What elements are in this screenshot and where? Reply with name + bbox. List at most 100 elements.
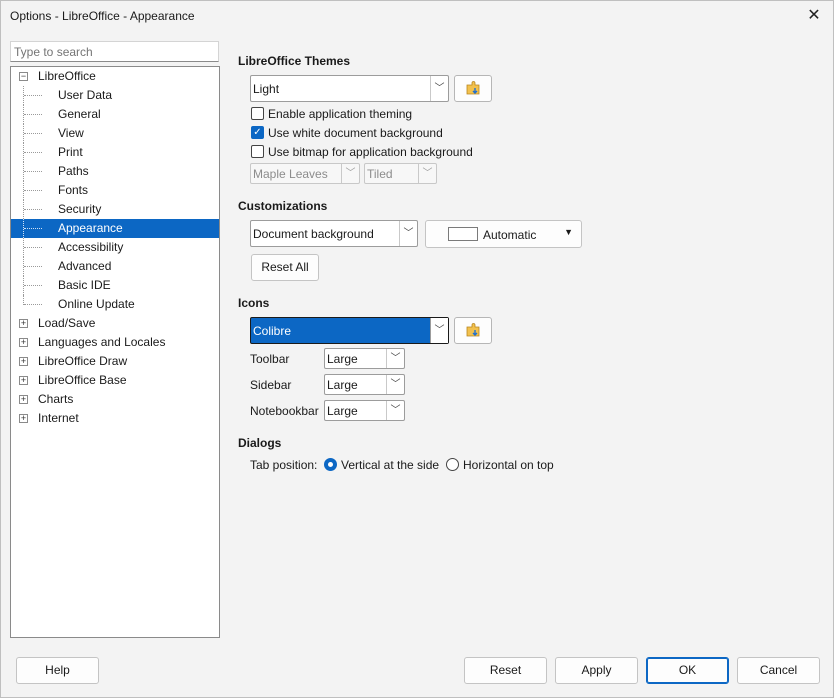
expand-icon[interactable]: + xyxy=(19,376,28,385)
title-bar: Options - LibreOffice - Appearance ✕ xyxy=(1,1,833,32)
tree-item-label: Print xyxy=(58,145,83,159)
collapse-icon[interactable]: − xyxy=(19,72,28,81)
tree-item-label: LibreOffice Base xyxy=(38,373,127,387)
customization-item-value: Document background xyxy=(253,227,374,241)
tree-item-internet[interactable]: + Internet xyxy=(11,409,219,428)
tree-item-charts[interactable]: + Charts xyxy=(11,390,219,409)
options-tree[interactable]: − LibreOffice User Data General View Pri… xyxy=(10,66,220,638)
checkbox-box[interactable] xyxy=(251,107,264,120)
chevron-down-icon: ﹀ xyxy=(386,401,404,420)
cancel-button[interactable]: Cancel xyxy=(737,657,820,684)
bitmap-mode-value: Tiled xyxy=(367,167,393,181)
tree-item-online-update[interactable]: Online Update xyxy=(11,295,219,314)
reset-all-button[interactable]: Reset All xyxy=(251,254,319,281)
theme-extension-button[interactable] xyxy=(454,75,492,102)
sidebar-size-value: Large xyxy=(327,378,358,392)
color-swatch xyxy=(448,227,478,241)
bitmap-mode-select: Tiled ﹀ xyxy=(364,163,437,184)
tree-item-paths[interactable]: Paths xyxy=(11,162,219,181)
sidebar-size-select[interactable]: Large ﹀ xyxy=(324,374,405,395)
chevron-down-icon: ﹀ xyxy=(418,164,436,183)
expand-icon[interactable]: + xyxy=(19,414,28,423)
enable-app-theming-checkbox[interactable]: Enable application theming xyxy=(251,105,451,123)
notebookbar-size-select[interactable]: Large ﹀ xyxy=(324,400,405,421)
close-icon[interactable]: ✕ xyxy=(805,7,823,25)
apply-button[interactable]: Apply xyxy=(555,657,638,684)
notebookbar-size-value: Large xyxy=(327,404,358,418)
tree-item-advanced[interactable]: Advanced xyxy=(11,257,219,276)
color-label: Automatic xyxy=(483,228,537,242)
tree-item-label: Basic IDE xyxy=(58,278,111,292)
expand-icon[interactable]: + xyxy=(19,357,28,366)
checkbox-box[interactable]: ✓ xyxy=(251,126,264,139)
tree-item-label: User Data xyxy=(58,88,113,102)
help-button[interactable]: Help xyxy=(16,657,99,684)
tree-item-label: Internet xyxy=(38,411,79,425)
tree-item-basic-ide[interactable]: Basic IDE xyxy=(11,276,219,295)
customization-item-select[interactable]: Document background ﹀ xyxy=(250,220,418,247)
tree-item-user-data[interactable]: User Data xyxy=(11,86,219,105)
options-dialog: Options - LibreOffice - Appearance ✕ − L… xyxy=(0,0,834,698)
extension-download-icon xyxy=(466,323,480,337)
toolbar-size-value: Large xyxy=(327,352,358,366)
vertical-radio-label[interactable]: Vertical at the side xyxy=(341,458,439,472)
horizontal-radio[interactable] xyxy=(446,458,459,471)
chevron-down-icon: ﹀ xyxy=(386,375,404,394)
bitmap-select-value: Maple Leaves xyxy=(253,167,328,181)
tree-item-label: Languages and Locales xyxy=(38,335,166,349)
tree-item-label: Charts xyxy=(38,392,74,406)
tree-item-label: LibreOffice xyxy=(38,69,96,83)
icon-theme-select[interactable]: Colibre ﹀ xyxy=(250,317,449,344)
window-title: Options - LibreOffice - Appearance xyxy=(10,9,195,23)
tree-item-view[interactable]: View xyxy=(11,124,219,143)
tree-item-label: General xyxy=(58,107,101,121)
theme-select-value: Light xyxy=(253,82,280,96)
tree-item-label: Online Update xyxy=(58,297,135,311)
expand-icon[interactable]: + xyxy=(19,338,28,347)
tree-item-draw[interactable]: + LibreOffice Draw xyxy=(11,352,219,371)
tree-item-label: Advanced xyxy=(58,259,112,273)
icon-theme-value: Colibre xyxy=(253,324,292,338)
tree-item-accessibility[interactable]: Accessibility xyxy=(11,238,219,257)
theme-select[interactable]: Light ﹀ xyxy=(250,75,449,102)
tree-item-label: Paths xyxy=(58,164,89,178)
tree-item-load-save[interactable]: + Load/Save xyxy=(11,314,219,333)
tree-item-base[interactable]: + LibreOffice Base xyxy=(11,371,219,390)
icons-heading: Icons xyxy=(238,296,270,310)
tree-item-fonts[interactable]: Fonts xyxy=(11,181,219,200)
extension-download-icon xyxy=(466,81,480,95)
tree-item-languages[interactable]: + Languages and Locales xyxy=(11,333,219,352)
tree-item-label: Appearance xyxy=(58,221,123,235)
horizontal-radio-label[interactable]: Horizontal on top xyxy=(463,458,554,472)
ok-button[interactable]: OK xyxy=(646,657,729,684)
expand-icon[interactable]: + xyxy=(19,319,28,328)
expand-icon[interactable]: + xyxy=(19,395,28,404)
chevron-down-icon: ﹀ xyxy=(399,221,417,246)
tree-item-label: Security xyxy=(58,202,102,216)
vertical-radio[interactable] xyxy=(324,458,337,471)
tree-item-label: Accessibility xyxy=(58,240,124,254)
chevron-down-icon: ﹀ xyxy=(430,318,448,343)
tree-item-appearance[interactable]: Appearance xyxy=(11,219,219,238)
reset-button[interactable]: Reset xyxy=(464,657,547,684)
tree-item-label: Fonts xyxy=(58,183,89,197)
color-picker-button[interactable]: Automatic ▼ xyxy=(425,220,582,248)
checkbox-label: Use bitmap for application background xyxy=(268,145,473,159)
tree-item-libreoffice[interactable]: − LibreOffice xyxy=(11,67,219,86)
toolbar-label: Toolbar xyxy=(250,352,290,366)
checkbox-box[interactable] xyxy=(251,145,264,158)
bitmap-bg-checkbox[interactable]: Use bitmap for application background xyxy=(251,143,491,161)
white-doc-bg-checkbox[interactable]: ✓ Use white document background xyxy=(251,124,471,142)
sidebar-label: Sidebar xyxy=(250,378,292,392)
toolbar-size-select[interactable]: Large ﹀ xyxy=(324,348,405,369)
chevron-down-icon: ﹀ xyxy=(341,164,359,183)
search-input[interactable] xyxy=(10,41,219,62)
icon-extension-button[interactable] xyxy=(454,317,492,344)
themes-heading: LibreOffice Themes xyxy=(238,54,351,68)
bitmap-select: Maple Leaves ﹀ xyxy=(250,163,360,184)
checkbox-label: Use white document background xyxy=(268,126,443,140)
tree-item-security[interactable]: Security xyxy=(11,200,219,219)
tree-item-general[interactable]: General xyxy=(11,105,219,124)
notebookbar-label: Notebookbar xyxy=(250,404,319,418)
tree-item-print[interactable]: Print xyxy=(11,143,219,162)
